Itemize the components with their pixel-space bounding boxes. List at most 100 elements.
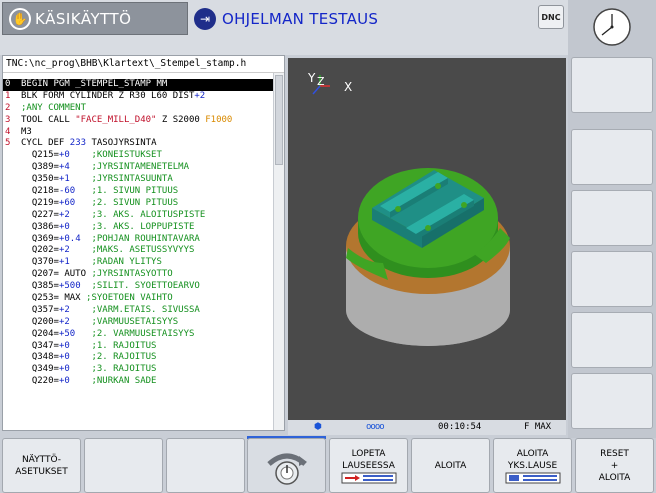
dnc-button[interactable]: DNC bbox=[538, 5, 564, 29]
program-line-val: +0 bbox=[58, 150, 70, 161]
vertical-softkey-bar bbox=[568, 0, 656, 438]
simulation-view[interactable]: Y Z X bbox=[288, 58, 566, 420]
program-line-nr: 2 bbox=[5, 102, 11, 113]
elapsed-time: 00:10:54 bbox=[438, 422, 482, 432]
hand-icon: ✋ bbox=[9, 7, 31, 30]
program-line[interactable]: 0 BEGIN PGM _STEMPEL_STAMP MM bbox=[3, 79, 274, 91]
program-line-str: "FACE_MILL_D40" bbox=[75, 114, 157, 125]
arrow-into-box-icon: ⇥ bbox=[194, 7, 216, 30]
program-line[interactable]: Q389=+4 ;JYRSINTAMENETELMA bbox=[3, 162, 274, 174]
program-line[interactable]: 2 ;ANY COMMENT bbox=[3, 103, 274, 115]
softkey-stop-at-block[interactable]: LOPETA LAUSEESSA bbox=[329, 438, 408, 493]
program-scrollbar[interactable] bbox=[273, 73, 284, 430]
program-line[interactable]: Q370=+1 ;RADAN YLITYS bbox=[3, 257, 274, 269]
program-line-val: -60 bbox=[58, 186, 76, 197]
program-line-code: Q220= bbox=[21, 376, 59, 387]
vertical-softkey-6[interactable] bbox=[571, 373, 653, 429]
program-line[interactable]: Q227=+2 ;3. AKS. ALOITUSPISTE bbox=[3, 210, 274, 222]
program-line-nr: 4 bbox=[5, 126, 11, 137]
softkey-empty-1[interactable] bbox=[84, 438, 163, 493]
vertical-softkey-5[interactable] bbox=[571, 312, 653, 368]
program-line-code: Q349= bbox=[21, 364, 59, 375]
program-line-code2: TASOJYRSINTA bbox=[86, 138, 157, 149]
clock-icon bbox=[593, 8, 631, 46]
program-line-code: Q200= bbox=[21, 316, 59, 327]
program-line[interactable]: Q357=+2 ;VARM.ETAIS. SIVUSSA bbox=[3, 305, 274, 317]
program-line-code: Q227= bbox=[21, 209, 59, 220]
program-line-comment: ;JYRSINTAMENETELMA bbox=[69, 162, 189, 173]
program-line-comment: ;NURKAN SADE bbox=[69, 376, 157, 387]
program-line[interactable]: Q204=+50 ;2. VARMUUSETAISYYS bbox=[3, 329, 274, 341]
program-line-code: Q369= bbox=[21, 233, 59, 244]
program-line[interactable]: Q349=+0 ;3. RAJOITUS bbox=[3, 364, 274, 376]
program-line-comment: ;POHJAN ROUHINTAVARA bbox=[80, 233, 200, 244]
program-line[interactable]: Q385=+500 ;SILIT. SYOETTOEARVO bbox=[3, 281, 274, 293]
program-line[interactable]: Q200=+2 ;VARMUUSETAISYYS bbox=[3, 317, 274, 329]
program-line-val: +60 bbox=[58, 197, 76, 208]
program-line[interactable]: Q350=+1 ;JYRSINTASUUNTA bbox=[3, 174, 274, 186]
axis-label-z: Z bbox=[317, 75, 325, 88]
softkey-feed-override[interactable] bbox=[247, 438, 326, 493]
vertical-softkey-3[interactable] bbox=[571, 190, 653, 246]
program-line-comment: ;3. AKS. ALOITUSPISTE bbox=[69, 209, 206, 220]
test-mode-tab[interactable]: ⇥ OHJELMAN TESTAUS bbox=[190, 2, 530, 35]
program-line[interactable]: Q220=+0 ;NURKAN SADE bbox=[3, 376, 274, 388]
softkey-reset-start[interactable]: RESET + ALOITA bbox=[575, 438, 654, 493]
program-line-val: +0 bbox=[58, 364, 70, 375]
program-line-nr: 5 bbox=[5, 138, 11, 149]
program-line[interactable]: 5 CYCL DEF 233 TASOJYRSINTA bbox=[3, 138, 274, 150]
status-bar: ⬢ oooo 00:10:54 F MAX bbox=[288, 420, 566, 435]
program-line-val: +0 bbox=[58, 352, 70, 363]
program-line-val: +2 bbox=[194, 90, 206, 101]
softkey-start-single-block[interactable]: ALOITA YKS.LAUSE bbox=[493, 438, 572, 493]
manual-mode-tab[interactable]: ✋ KÄSIKÄYTTÖ bbox=[2, 2, 188, 35]
tool-indicator-icon: ⬢ bbox=[314, 422, 322, 432]
program-line[interactable]: Q347=+0 ;1. RAJOITUS bbox=[3, 341, 274, 353]
stop-block-icon bbox=[341, 472, 396, 483]
program-line[interactable]: Q386=+0 ;3. AKS. LOPPUPISTE bbox=[3, 222, 274, 234]
program-line-comment: ;VARM.ETAIS. SIVUSSA bbox=[69, 304, 200, 315]
program-line-val: +0 bbox=[58, 340, 70, 351]
program-line-comment: ;JYRSINTASYOTTO bbox=[91, 269, 173, 280]
program-line[interactable]: Q219=+60 ;2. SIVUN PITUUS bbox=[3, 198, 274, 210]
feed-dial-icon bbox=[266, 453, 307, 485]
program-line[interactable]: Q348=+0 ;2. RAJOITUS bbox=[3, 352, 274, 364]
program-line-val: +0 bbox=[58, 221, 70, 232]
softkey-empty-2[interactable] bbox=[166, 438, 245, 493]
program-line-comment: ;MAKS. ASETUSSYVYYS bbox=[69, 245, 195, 256]
program-line-val: +1 bbox=[58, 257, 70, 268]
vertical-softkey-1[interactable] bbox=[571, 57, 653, 113]
program-line-code: BLK FORM CYLINDER Z R30 L60 DIST bbox=[21, 90, 195, 101]
program-line-val: +4 bbox=[58, 162, 70, 173]
program-line[interactable]: 4 M3 bbox=[3, 127, 274, 139]
program-line[interactable]: 1 BLK FORM CYLINDER Z R30 L60 DIST+2 bbox=[3, 91, 274, 103]
program-line-comment: ;KONEISTUKSET bbox=[69, 150, 162, 161]
program-line-comment: ;SILIT. SYOETTOEARVO bbox=[80, 281, 200, 292]
program-line-code: Q357= bbox=[21, 304, 59, 315]
program-line-val: +1 bbox=[58, 174, 70, 185]
program-line[interactable]: Q207= AUTO ;JYRSINTASYOTTO bbox=[3, 269, 274, 281]
program-line[interactable]: Q218=-60 ;1. SIVUN PITUUS bbox=[3, 186, 274, 198]
program-line-feed: F1000 bbox=[205, 114, 233, 125]
vertical-softkey-2[interactable] bbox=[571, 129, 653, 185]
scrollbar-thumb[interactable] bbox=[275, 75, 283, 165]
program-line[interactable]: Q369=+0.4 ;POHJAN ROUHINTAVARA bbox=[3, 234, 274, 246]
axis-triad: Y Z X bbox=[307, 71, 352, 95]
program-lines[interactable]: 0 BEGIN PGM _STEMPEL_STAMP MM 1 BLK FORM CY… bbox=[3, 79, 274, 388]
program-line[interactable]: Q253= MAX ;SYOETOEN VAIHTO bbox=[3, 293, 274, 305]
program-line-code: Q204= bbox=[21, 328, 59, 339]
program-line[interactable]: Q202=+2 ;MAKS. ASETUSSYVYYS bbox=[3, 245, 274, 257]
program-line[interactable]: Q215=+0 ;KONEISTUKSET bbox=[3, 150, 274, 162]
program-line-comment: ;1. RAJOITUS bbox=[69, 340, 157, 351]
program-line[interactable]: 3 TOOL CALL "FACE_MILL_D40" Z S2000 F1000 bbox=[3, 115, 274, 127]
program-line-nr: 3 bbox=[5, 114, 11, 125]
program-line-code2: Z S2000 bbox=[156, 114, 206, 125]
program-line-code: Q215= bbox=[21, 150, 59, 161]
program-path: TNC:\nc_prog\BHB\Klartext\_Stempel_stamp… bbox=[3, 56, 284, 73]
softkey-display-settings[interactable]: NÄYTTÖ- ASETUKSET bbox=[2, 438, 81, 493]
program-line-code: M3 bbox=[21, 126, 32, 137]
vertical-softkey-4[interactable] bbox=[571, 251, 653, 307]
program-line-val: +0 bbox=[58, 376, 70, 387]
program-line-comment: ;VARMUUSETAISYYS bbox=[69, 316, 179, 327]
softkey-start[interactable]: ALOITA bbox=[411, 438, 490, 493]
